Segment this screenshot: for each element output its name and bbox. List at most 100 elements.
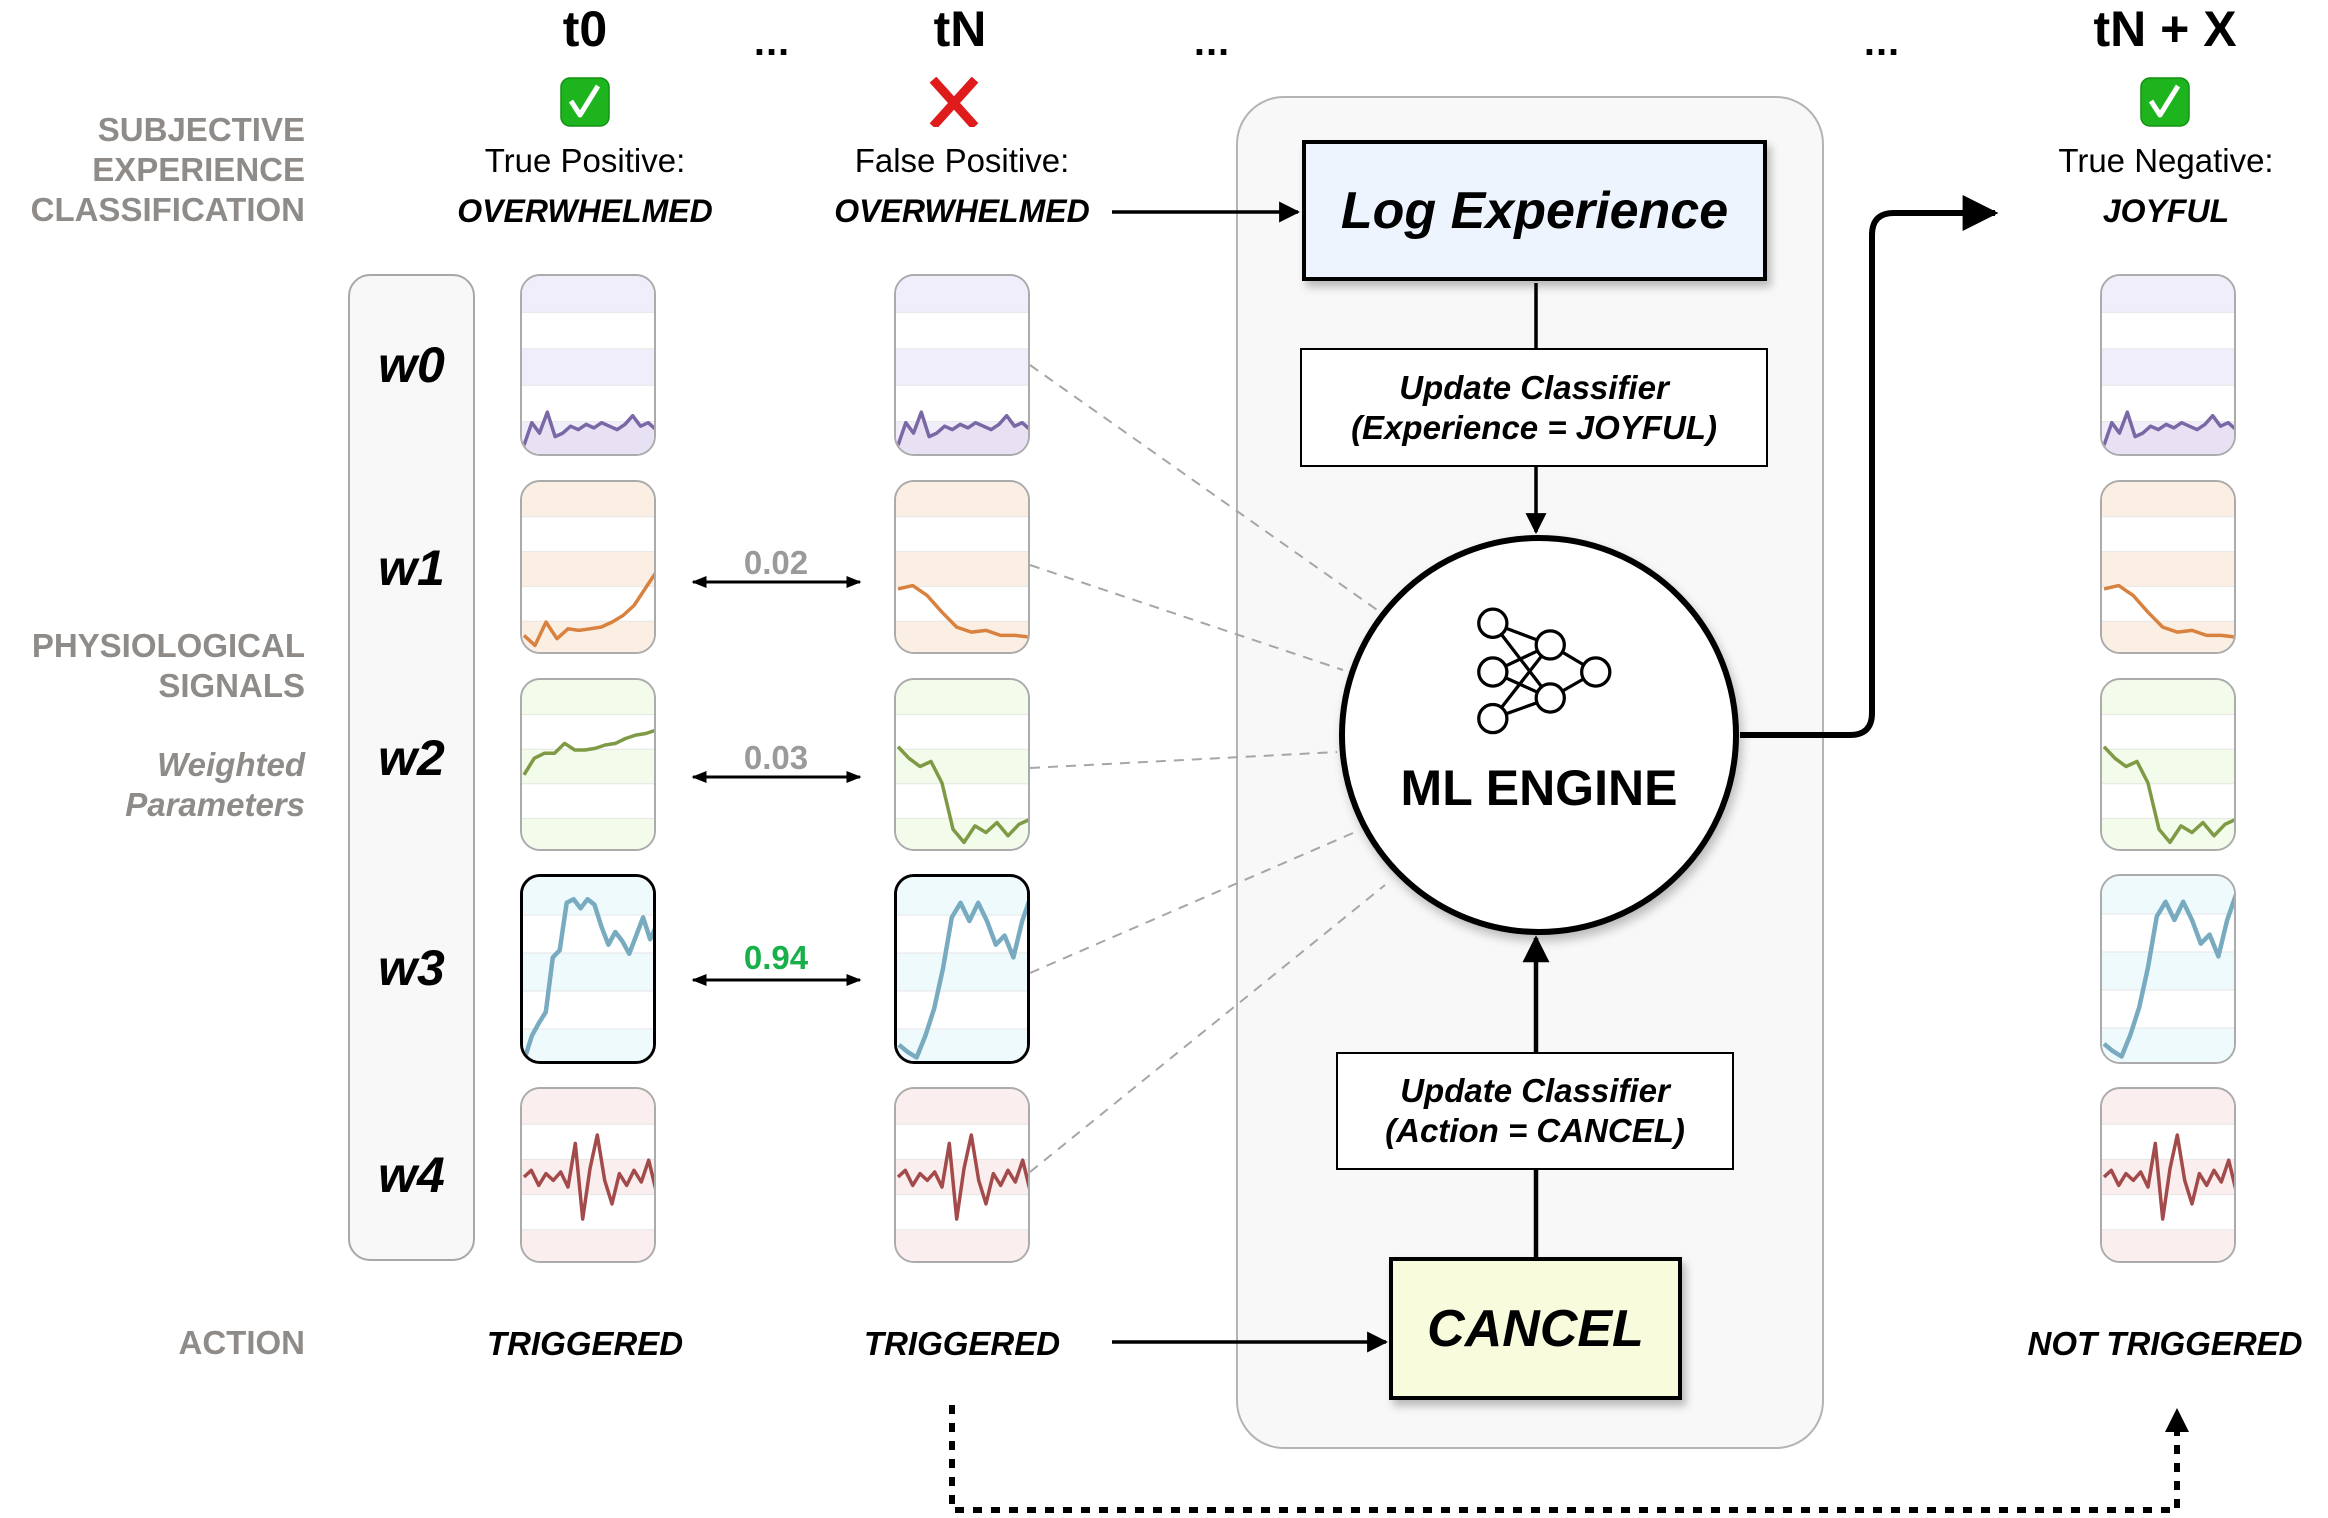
side-label-subjective-classification: SUBJECTIVE EXPERIENCE CLASSIFICATION — [0, 110, 305, 230]
signal-chart-svg — [2102, 1089, 2234, 1261]
check-icon — [560, 77, 610, 127]
signal-chart-svg — [2102, 876, 2234, 1062]
classification-label-tNX: True Negative: — [2058, 142, 2274, 179]
chart-band — [522, 276, 654, 313]
column-title-tNX: tN + X — [2093, 1, 2237, 57]
signal-chart-tN-w0 — [894, 274, 1030, 456]
cancel-action-box[interactable]: CANCEL — [1389, 1257, 1682, 1400]
signal-chart-tNX-w4 — [2100, 1087, 2236, 1263]
action-status-tN: TRIGGERED — [863, 1325, 1061, 1362]
chart-band — [522, 818, 654, 849]
similarity-value-w1: 0.02 — [743, 544, 809, 581]
classification-label-tN: False Positive: — [854, 142, 1070, 179]
chart-band — [896, 348, 1028, 386]
chart-band — [896, 680, 1028, 715]
chart-band — [523, 877, 653, 915]
weight-label-w4: w4 — [378, 1147, 445, 1203]
chart-band — [896, 621, 1028, 652]
signal-chart-tNX-w2 — [2100, 678, 2236, 851]
side-label-line: SIGNALS — [158, 667, 305, 704]
chart-band — [896, 276, 1028, 313]
signal-chart-tNX-w1 — [2100, 480, 2236, 654]
signal-chart-tN-w1 — [894, 480, 1030, 654]
signal-chart-svg — [2102, 276, 2234, 454]
weight-label-w0: w0 — [378, 337, 445, 393]
dotted-feedback-arrowhead — [2165, 1408, 2189, 1432]
weight-label-w3: w3 — [378, 940, 445, 996]
column-title-t0: t0 — [562, 1, 608, 57]
update-classifier-action-box[interactable]: Update Classifier (Action = CANCEL) — [1336, 1052, 1734, 1170]
update-box-line: Update Classifier — [1400, 1072, 1670, 1109]
update-classifier-experience-box[interactable]: Update Classifier (Experience = JOYFUL) — [1300, 348, 1768, 467]
signal-line — [896, 1133, 1028, 1221]
chart-band — [2102, 1229, 2234, 1261]
chart-band — [896, 1229, 1028, 1261]
chart-band — [2102, 348, 2234, 386]
column-title-tN: tN — [933, 1, 987, 57]
signal-chart-svg — [522, 1089, 654, 1261]
weight-label-w1: w1 — [378, 540, 445, 596]
signal-chart-tN-w3 — [894, 874, 1030, 1064]
update-box-line: (Experience = JOYFUL) — [1351, 408, 1717, 446]
chart-band — [522, 482, 654, 517]
neural-network-icon — [1477, 607, 1612, 735]
check-icon — [2140, 77, 2190, 127]
chart-band — [896, 551, 1028, 587]
side-label-line: CLASSIFICATION — [30, 191, 305, 228]
signal-chart-tNX-w3 — [2100, 874, 2236, 1064]
update-box-line: (Action = CANCEL) — [1385, 1112, 1685, 1149]
signal-chart-svg — [896, 482, 1028, 652]
chart-band — [2102, 1089, 2234, 1125]
similarity-value-w2: 0.03 — [743, 739, 809, 776]
chart-band — [896, 749, 1028, 784]
ellipsis: ... — [753, 20, 791, 64]
side-label-line: EXPERIENCE — [92, 151, 305, 188]
chart-band — [2102, 276, 2234, 313]
signal-chart-t0-w4 — [520, 1087, 656, 1263]
side-label-line: Weighted — [157, 746, 305, 783]
action-status-t0: TRIGGERED — [486, 1325, 684, 1362]
log-experience-box[interactable]: Log Experience — [1302, 140, 1767, 281]
chart-band — [2102, 749, 2234, 784]
chart-band — [2102, 952, 2234, 990]
side-label-line: Parameters — [125, 786, 305, 823]
signal-line — [522, 1133, 654, 1221]
signal-chart-svg — [2102, 482, 2234, 652]
ellipsis: ... — [1863, 20, 1901, 64]
classification-value-tNX: JOYFUL — [2102, 193, 2230, 229]
cross-icon — [929, 77, 979, 127]
side-label-line: PHYSIOLOGICAL — [31, 627, 305, 664]
signal-chart-svg — [523, 877, 653, 1061]
signal-chart-t0-w0 — [520, 274, 656, 456]
chart-band — [522, 621, 654, 652]
chart-band — [896, 1089, 1028, 1125]
chart-band — [523, 953, 653, 991]
chart-band — [522, 551, 654, 587]
signal-line — [2102, 1133, 2234, 1221]
chart-band — [522, 1089, 654, 1125]
signal-chart-t0-w2 — [520, 678, 656, 851]
signal-chart-svg — [897, 877, 1027, 1061]
chart-band — [2102, 551, 2234, 587]
signal-chart-svg — [522, 482, 654, 652]
chart-band — [523, 1029, 653, 1061]
weight-label-w2: w2 — [378, 730, 445, 786]
chart-band — [2102, 680, 2234, 715]
signal-chart-svg — [522, 276, 654, 454]
side-label-weighted-parameters: Weighted Parameters — [0, 745, 305, 825]
action-status-tNX: NOT TRIGGERED — [2027, 1325, 2303, 1362]
similarity-value-w3: 0.94 — [743, 939, 809, 976]
signal-chart-t0-w1 — [520, 480, 656, 654]
chart-band — [2102, 621, 2234, 652]
side-label-action: ACTION — [178, 1324, 306, 1361]
classification-label-t0: True Positive: — [484, 142, 686, 179]
chart-band — [897, 953, 1027, 991]
signal-chart-svg — [522, 680, 654, 849]
classification-value-tN: OVERWHELMED — [834, 193, 1090, 229]
signal-chart-tN-w2 — [894, 678, 1030, 851]
chart-band — [522, 348, 654, 386]
chart-band — [522, 1229, 654, 1261]
signal-chart-tNX-w0 — [2100, 274, 2236, 456]
ml-engine-label: ML ENGINE — [1400, 760, 1678, 816]
signal-chart-svg — [2102, 680, 2234, 849]
